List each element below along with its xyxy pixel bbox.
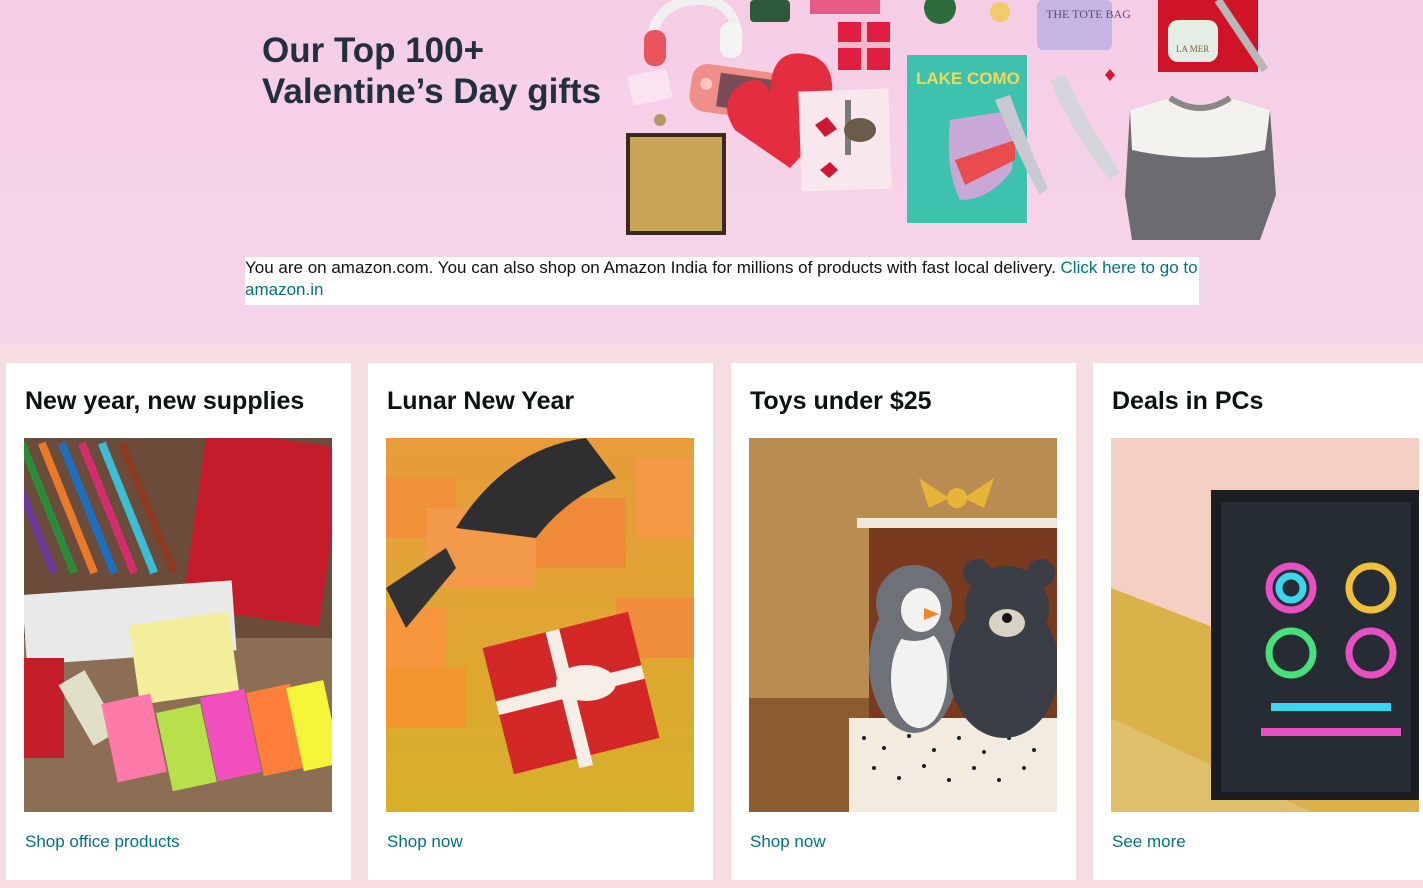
sweater-image bbox=[1125, 95, 1276, 240]
toys-image[interactable] bbox=[749, 438, 1057, 812]
card-title[interactable]: Deals in PCs bbox=[1112, 387, 1263, 416]
shop-office-products-link[interactable]: Shop office products bbox=[25, 832, 180, 852]
card-toys-under-25: Toys under $25 Shop now bbox=[731, 363, 1076, 880]
see-more-link[interactable]: See more bbox=[1112, 832, 1186, 852]
card-lunar-new-year: Lunar New Year Shop now bbox=[368, 363, 713, 880]
headphones-image bbox=[644, 0, 743, 66]
card-title[interactable]: New year, new supplies bbox=[25, 387, 304, 416]
card-deals-in-pcs: Deals in PCs See more bbox=[1093, 363, 1423, 880]
locale-notice-text: You are on amazon.com. You can also shop… bbox=[245, 258, 1061, 277]
chocolate-box-image bbox=[626, 133, 726, 235]
locale-notice: You are on amazon.com. You can also shop… bbox=[245, 257, 1199, 305]
book-cover-text: LAKE COMO bbox=[916, 69, 1020, 88]
valentines-gift-collage-image[interactable]: LAKE COMO THE TOTE BAG LA MER bbox=[620, 0, 1300, 250]
hero-title[interactable]: Our Top 100+ Valentine’s Day gifts bbox=[262, 30, 601, 112]
card-title[interactable]: Toys under $25 bbox=[750, 387, 932, 416]
hero-title-line1: Our Top 100+ bbox=[262, 31, 485, 70]
card-office-supplies: New year, new supplies Shop office produ… bbox=[6, 363, 351, 880]
card-title[interactable]: Lunar New Year bbox=[387, 387, 574, 416]
shop-now-link[interactable]: Shop now bbox=[750, 832, 826, 852]
book-image: LAKE COMO bbox=[907, 55, 1027, 223]
hero-title-line2: Valentine’s Day gifts bbox=[262, 72, 602, 111]
shop-now-link[interactable]: Shop now bbox=[387, 832, 463, 852]
office-supplies-image[interactable] bbox=[24, 438, 332, 812]
tote-bag-text: THE TOTE BAG bbox=[1046, 7, 1131, 21]
gaming-pc-image[interactable] bbox=[1111, 438, 1423, 812]
lunar-new-year-image[interactable] bbox=[386, 438, 694, 812]
tote-bag-image: THE TOTE BAG bbox=[1037, 0, 1131, 50]
cream-jar-text: LA MER bbox=[1176, 44, 1209, 54]
